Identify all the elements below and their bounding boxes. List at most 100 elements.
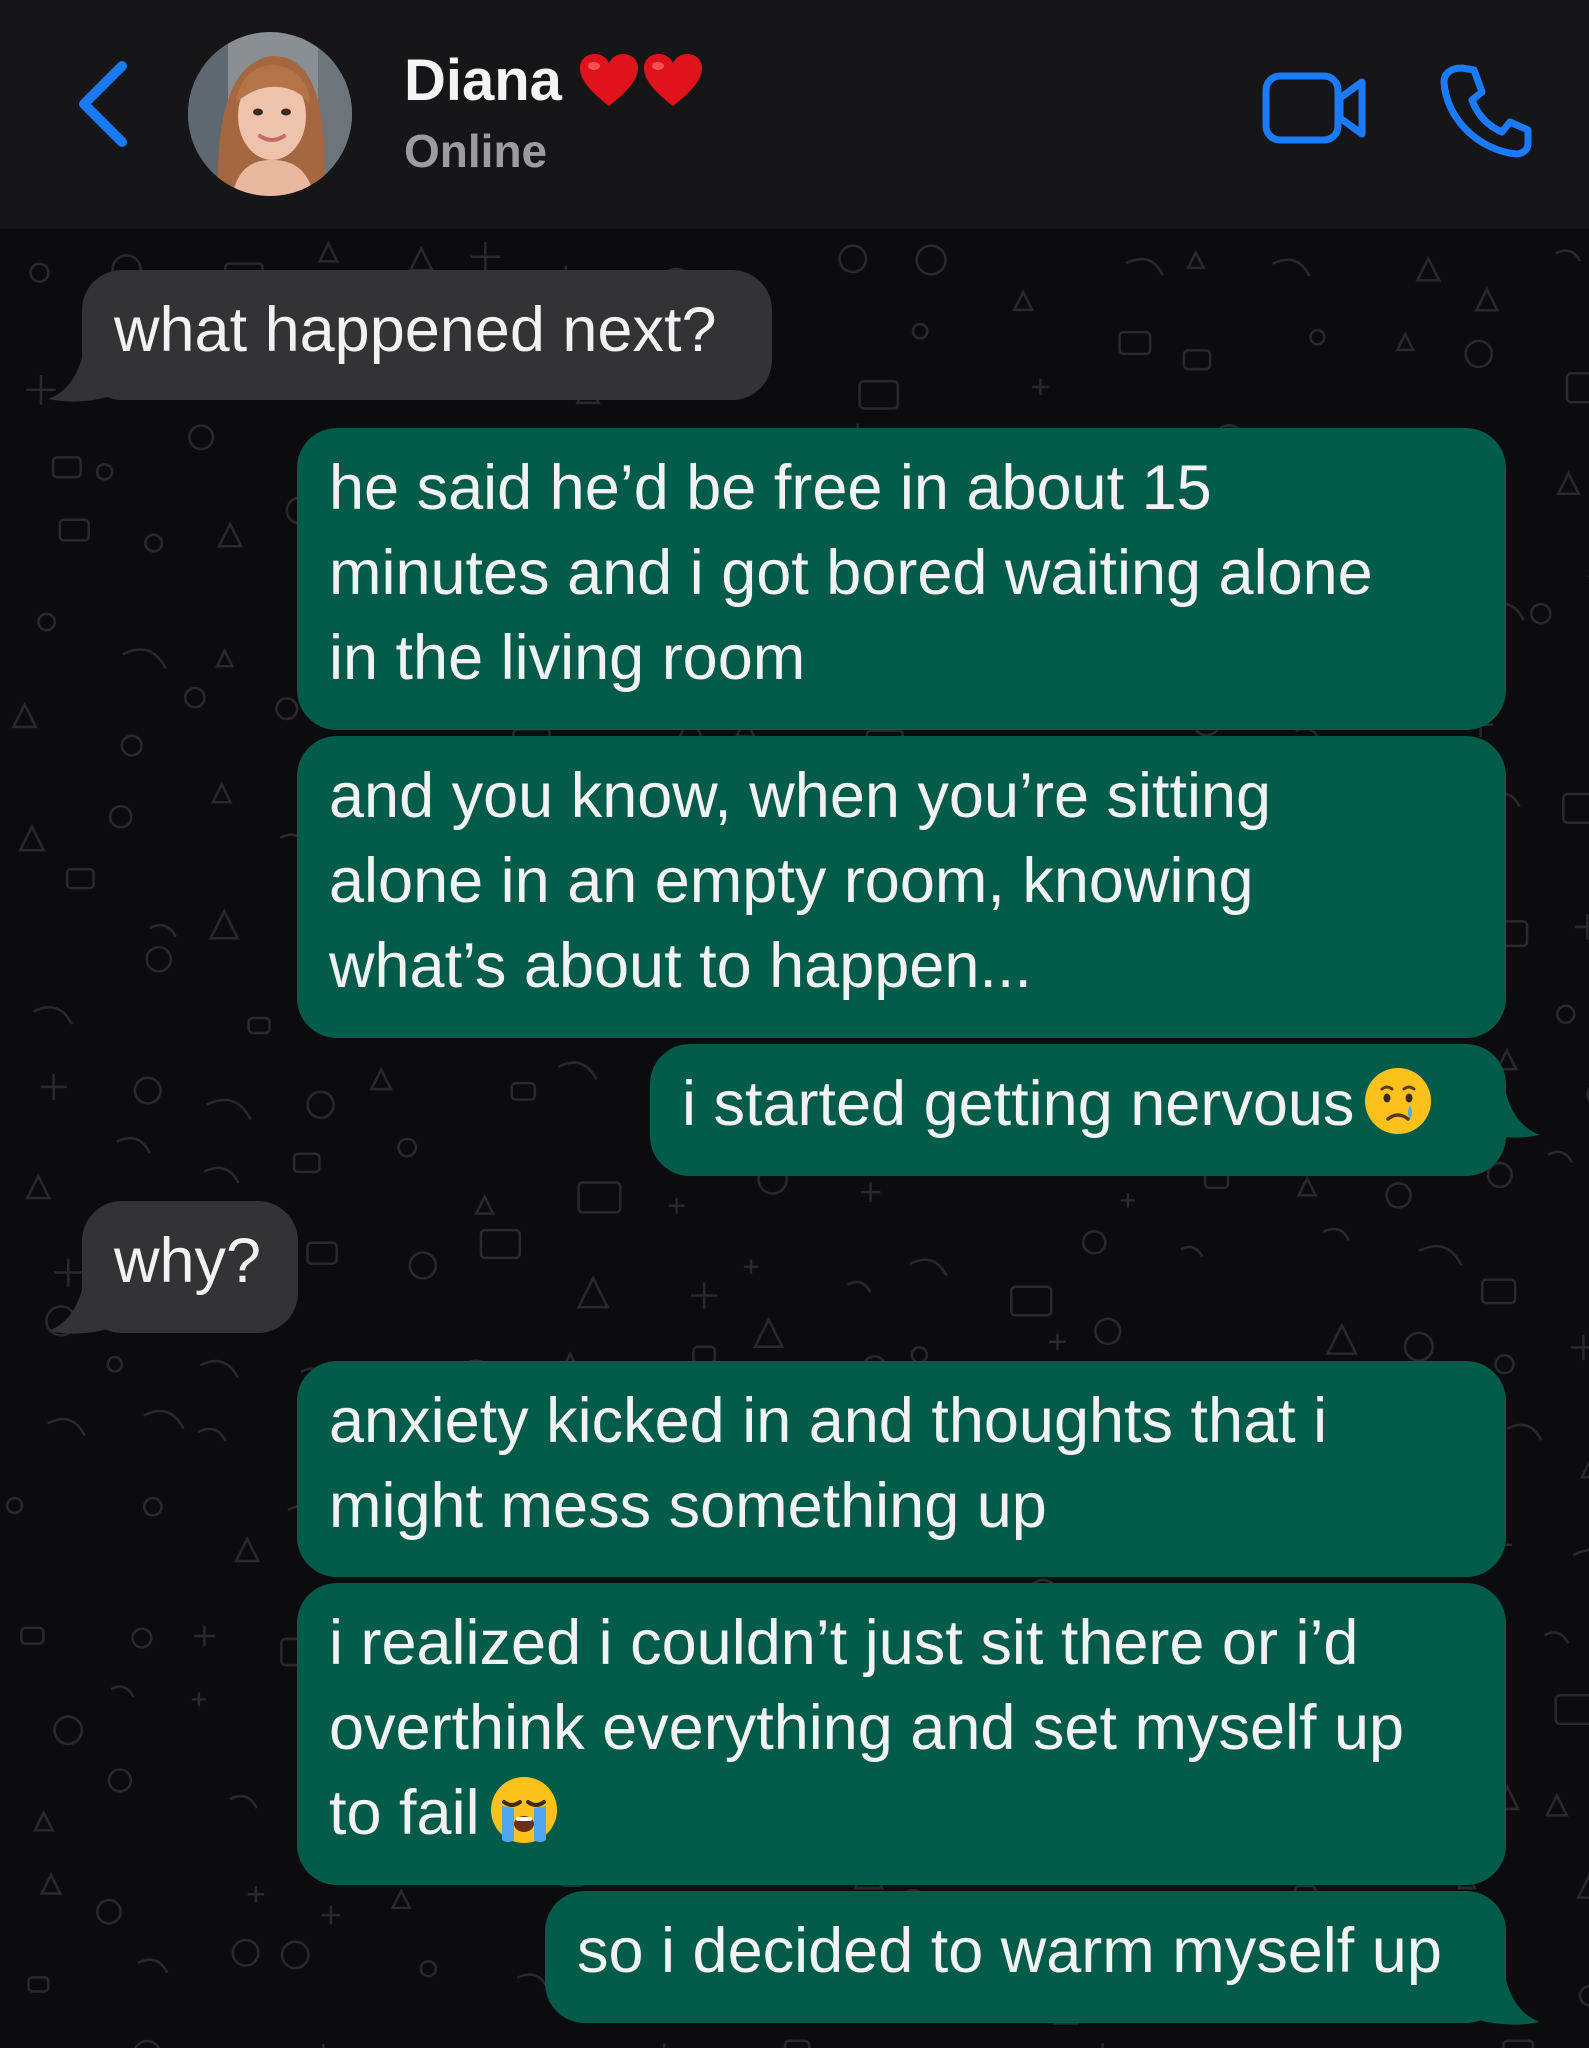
background-doodle (1012, 289, 1035, 312)
message-text: so i decided to warm myself up (577, 1916, 1442, 1986)
background-doodle (783, 2039, 811, 2048)
background-doodle (133, 2039, 161, 2048)
voice-call-button[interactable] (1440, 62, 1532, 158)
background-doodle (858, 379, 900, 410)
background-doodle (208, 908, 240, 940)
message-text-line: and you know, when you’re sitting (329, 761, 1272, 831)
chat-area[interactable]: what happened next? he said he’d be free… (0, 229, 1589, 2048)
background-doodle (191, 1692, 206, 1707)
message-text-line: he said he’d be free in about 15 (329, 453, 1212, 523)
background-doodle (1556, 470, 1581, 496)
background-doodle (116, 1136, 151, 1154)
background-doodle (1322, 1227, 1351, 1242)
background-doodle (321, 1905, 341, 1925)
background-doodle (188, 424, 215, 451)
message-text-line: alone in an empty room, knowing (329, 846, 1254, 916)
message-bubble-outgoing[interactable]: so i decided to warm myself up (545, 1891, 1506, 2023)
background-doodle (131, 1627, 153, 1649)
message-bubble-incoming[interactable]: what happened next? (82, 270, 772, 400)
background-doodle (1502, 2039, 1535, 2048)
background-doodle (1543, 1631, 1570, 1644)
background-doodle (11, 701, 38, 729)
background-doodle (1010, 1285, 1053, 1317)
background-doodle (1180, 1245, 1204, 1258)
background-doodle (120, 734, 143, 757)
message-text: what happened next? (114, 295, 717, 365)
background-doodle (1403, 1331, 1434, 1362)
background-doodle (557, 1061, 598, 1081)
background-doodle (32, 1809, 55, 1832)
background-doodle (668, 1197, 685, 1214)
background-doodle (692, 1345, 717, 1364)
background-doodle (1385, 1182, 1412, 1209)
background-doodle (474, 1193, 496, 1215)
background-doodle (231, 1938, 260, 1967)
background-doodle (1186, 249, 1206, 270)
background-doodle (58, 518, 91, 542)
background-doodle (25, 1173, 52, 1200)
background-doodle (142, 1496, 163, 1517)
background-doodle (199, 1359, 240, 1379)
contact-status: Online (404, 125, 548, 177)
video-call-button[interactable] (1262, 70, 1368, 146)
message-bubble-incoming[interactable]: why? (82, 1201, 298, 1333)
message-text: to fail (329, 1778, 480, 1848)
background-doodle (247, 1016, 271, 1035)
background-doodle (1562, 792, 1589, 824)
background-doodle (20, 1626, 45, 1645)
message-bubble-outgoing[interactable]: i started getting nervous (650, 1044, 1506, 1176)
background-doodle (280, 1940, 310, 1970)
red-heart-icon (643, 54, 702, 106)
background-doodle (408, 1251, 438, 1280)
background-doodle (149, 923, 177, 938)
background-doodle (909, 1258, 948, 1277)
background-doodle (1480, 1278, 1517, 1305)
background-doodle (96, 1898, 122, 1925)
background-doodle (144, 533, 164, 553)
background-doodle (37, 612, 56, 632)
background-doodle (1032, 378, 1049, 396)
message-text: why? (114, 1226, 262, 1296)
background-doodle (691, 1282, 718, 1309)
background-doodle (133, 1076, 162, 1105)
message-bubble-outgoing[interactable]: and you know, when you’re sitting alone … (297, 736, 1506, 1038)
background-doodle (306, 1090, 335, 1120)
background-doodle (51, 456, 82, 479)
background-doodle (1572, 1549, 1589, 1557)
red-heart-emoji-pair (578, 52, 706, 110)
background-doodle (229, 1795, 258, 1809)
background-doodle (1418, 1245, 1463, 1266)
background-doodle (911, 322, 929, 340)
contact-info[interactable]: Diana Online (404, 46, 706, 180)
background-doodle (18, 823, 46, 852)
message-text-line: in the living room (329, 623, 806, 693)
message-bubble-outgoing[interactable]: i realized i couldn’t just sit there or … (297, 1583, 1506, 1885)
background-doodle (317, 240, 340, 263)
background-doodle (1094, 1317, 1122, 1346)
background-doodle (108, 804, 133, 829)
background-doodle (419, 1959, 438, 1978)
background-doodle (397, 1137, 418, 1158)
background-doodle (205, 1098, 252, 1121)
background-doodle (1182, 349, 1212, 371)
back-button[interactable] (70, 58, 140, 150)
message-bubble-outgoing[interactable]: he said he’d be free in about 15 minutes… (297, 428, 1506, 730)
message-text-line: anxiety kicked in and thoughts that i (329, 1386, 1328, 1456)
background-doodle (1309, 328, 1326, 346)
contact-avatar[interactable] (188, 32, 352, 196)
background-doodle (1554, 1694, 1589, 1726)
message-text-line: minutes and i got bored waiting alone (329, 538, 1373, 608)
background-doodle (1474, 286, 1500, 312)
background-doodle (33, 1006, 73, 1025)
background-doodle (29, 262, 50, 283)
background-doodle (322, 2043, 325, 2048)
background-doodle (915, 244, 947, 276)
message-text-line: i started getting nervous (682, 1062, 1474, 1147)
background-doodle (1574, 914, 1589, 940)
background-doodle (479, 1228, 522, 1260)
message-text-line: overthink everything and set myself up (329, 1693, 1405, 1763)
background-doodle (577, 1181, 622, 1214)
message-bubble-outgoing[interactable]: anxiety kicked in and thoughts that i mi… (297, 1361, 1506, 1577)
background-doodle (1081, 1229, 1107, 1255)
background-doodle (1570, 1334, 1589, 1361)
